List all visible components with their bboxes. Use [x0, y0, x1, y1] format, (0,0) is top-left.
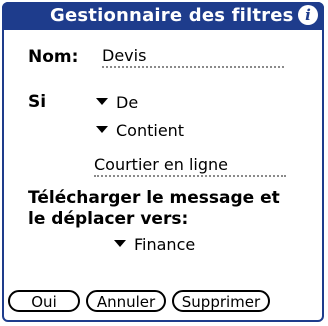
- action-heading: Télécharger le message et le déplacer ve…: [28, 188, 280, 230]
- condition-popup[interactable]: Contient: [96, 121, 184, 140]
- action-heading-line1: Télécharger le message et: [28, 188, 280, 208]
- ok-button[interactable]: Oui: [8, 290, 80, 312]
- condition-popup-value: Contient: [116, 121, 185, 140]
- info-icon[interactable]: i: [298, 5, 318, 25]
- field-popup-value: De: [116, 93, 139, 112]
- action-heading-line2: le déplacer vers:: [28, 209, 189, 229]
- if-label: Si: [28, 92, 47, 112]
- triangle-down-icon: [96, 98, 108, 105]
- dialog-titlebar: Gestionnaire des filtres i: [2, 2, 324, 30]
- field-popup[interactable]: De: [96, 93, 138, 112]
- folder-popup[interactable]: Finance: [114, 235, 195, 254]
- cancel-button[interactable]: Annuler: [86, 290, 166, 312]
- match-text-field[interactable]: Courtier en ligne: [94, 155, 286, 177]
- delete-button[interactable]: Supprimer: [172, 290, 270, 312]
- name-label: Nom:: [28, 47, 79, 67]
- triangle-down-icon: [114, 240, 126, 247]
- triangle-down-icon: [96, 126, 108, 133]
- folder-popup-value: Finance: [134, 235, 196, 254]
- name-field[interactable]: Devis: [102, 46, 284, 68]
- dialog-title: Gestionnaire des filtres: [50, 5, 294, 26]
